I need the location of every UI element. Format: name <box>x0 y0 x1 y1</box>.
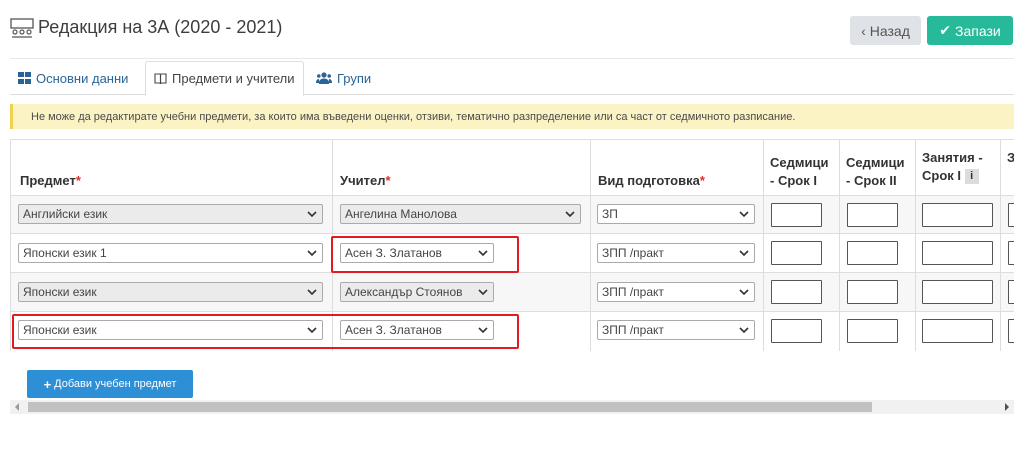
column-divider <box>763 139 764 351</box>
lessons-term1-input[interactable] <box>922 319 993 343</box>
chevron-left-icon: ‹ <box>861 22 866 39</box>
highlight-box <box>331 236 519 273</box>
partial-input[interactable] <box>1008 280 1014 304</box>
lessons-term1-input[interactable] <box>922 280 993 304</box>
tab-bar: Основни данни Предмети и учители Групи <box>10 61 1014 96</box>
teacher-select[interactable]: Александър Стоянов <box>340 282 494 302</box>
teacher-select[interactable]: Ангелина Манолова <box>340 204 581 224</box>
save-button-label: Запази <box>955 22 1001 39</box>
tab-basic-data-label: Основни данни <box>36 70 129 86</box>
subject-select[interactable]: Английски език <box>18 204 323 224</box>
page-title-text: Редакция на 3А (2020 - 2021) <box>38 17 283 37</box>
partial-input[interactable] <box>1008 319 1014 343</box>
scroll-right-icon[interactable] <box>1005 403 1009 411</box>
highlight-box <box>12 314 519 349</box>
plus-icon: + <box>43 376 52 392</box>
weeks-term1-input[interactable] <box>771 241 822 265</box>
weeks-term1-input[interactable] <box>771 319 822 343</box>
column-divider <box>839 139 840 351</box>
header-lessons-term1: Занятия - Срок I i <box>922 150 983 185</box>
add-subject-button-label: Добави учебен предмет <box>54 378 177 390</box>
weeks-term2-input[interactable] <box>847 280 898 304</box>
save-button[interactable]: ✔ Запази <box>927 16 1013 45</box>
tab-basic-data[interactable]: Основни данни <box>10 61 136 95</box>
partial-input[interactable] <box>1008 241 1014 265</box>
column-divider <box>590 139 591 351</box>
weeks-term1-input[interactable] <box>771 280 822 304</box>
chevron-down-icon <box>565 211 575 218</box>
warning-alert-text: Не може да редактирате учебни предмети, … <box>31 110 796 123</box>
column-divider <box>915 139 916 351</box>
check-icon: ✔ <box>939 22 952 38</box>
weeks-term2-input[interactable] <box>847 241 898 265</box>
tab-groups-label: Групи <box>337 70 372 86</box>
warning-alert: Не може да редактирате учебни предмети, … <box>10 104 1014 129</box>
page-title: Редакция на 3А (2020 - 2021) <box>10 17 282 38</box>
grid-icon <box>18 72 31 84</box>
scrollbar-thumb[interactable] <box>28 402 872 412</box>
preparation-select[interactable]: ЗПП /практ <box>597 320 755 340</box>
preparation-select[interactable]: ЗПП /практ <box>597 282 755 302</box>
subject-select[interactable]: Японски език 1 <box>18 243 323 263</box>
preparation-select[interactable]: ЗПП /практ <box>597 243 755 263</box>
partial-input[interactable] <box>1008 203 1014 227</box>
header-partial: З <box>1007 150 1014 165</box>
subject-select[interactable]: Японски език <box>18 282 323 302</box>
back-button[interactable]: ‹ Назад <box>850 16 921 45</box>
lessons-term1-input[interactable] <box>922 241 993 265</box>
page-header: Редакция на 3А (2020 - 2021) ‹ Назад ✔ З… <box>0 0 1024 58</box>
tab-groups[interactable]: Групи <box>308 61 379 95</box>
chevron-down-icon <box>478 289 488 296</box>
header-divider <box>10 58 1014 59</box>
users-icon <box>316 72 332 84</box>
class-group-icon <box>10 17 34 38</box>
weeks-term2-input[interactable] <box>847 203 898 227</box>
back-button-label: Назад <box>869 22 910 39</box>
column-divider <box>10 139 11 351</box>
chevron-down-icon <box>739 211 749 218</box>
chevron-down-icon <box>739 289 749 296</box>
header-preparation-type: Вид подготовка* <box>598 173 705 188</box>
weeks-term1-input[interactable] <box>771 203 822 227</box>
book-icon <box>154 72 167 84</box>
lessons-term1-input[interactable] <box>922 203 993 227</box>
chevron-down-icon <box>307 289 317 296</box>
preparation-select[interactable]: ЗП <box>597 204 755 224</box>
chevron-down-icon <box>307 250 317 257</box>
chevron-down-icon <box>739 250 749 257</box>
add-subject-button[interactable]: + Добави учебен предмет <box>27 370 193 398</box>
horizontal-scrollbar[interactable] <box>10 400 1014 414</box>
header-subject: Предмет* <box>20 173 81 188</box>
tab-subjects-teachers-label: Предмети и учители <box>172 71 295 86</box>
weeks-term2-input[interactable] <box>847 319 898 343</box>
chevron-down-icon <box>739 327 749 334</box>
info-icon[interactable]: i <box>964 169 979 185</box>
header-weeks-term1: Седмици - Срок I <box>770 155 829 188</box>
chevron-down-icon <box>307 211 317 218</box>
header-teacher: Учител* <box>340 173 391 188</box>
scroll-left-icon[interactable] <box>15 403 19 411</box>
header-weeks-term2: Седмици - Срок II <box>846 155 905 188</box>
column-divider <box>1000 139 1001 351</box>
tab-subjects-teachers[interactable]: Предмети и учители <box>145 61 304 96</box>
